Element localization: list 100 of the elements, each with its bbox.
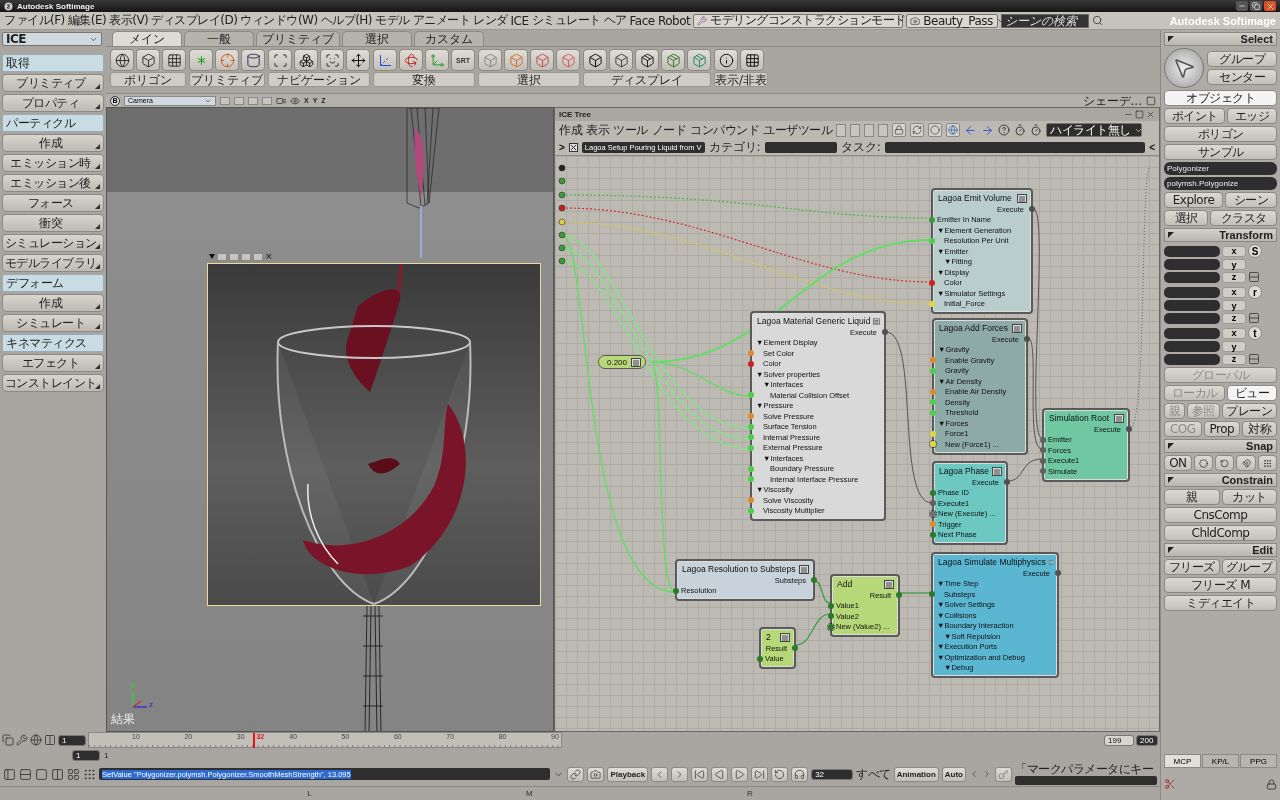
constrain-button[interactable]: ChldComp [1164,525,1277,541]
panel-tab[interactable]: MCP [1164,754,1201,768]
axis-button[interactable]: x [1222,245,1246,257]
reference-button[interactable]: プレーン [1221,403,1277,419]
section-header[interactable]: Select [1164,32,1277,46]
tool-group-label[interactable]: ナビゲーション [268,72,370,87]
axis-button[interactable]: y [1222,300,1246,311]
menu-item[interactable]: ノード [651,121,686,139]
menu-button[interactable]: 作成 [2,294,104,312]
space-button[interactable]: ビュー [1227,385,1277,401]
tool-group-label[interactable]: ポリゴン [110,72,186,87]
mode-dropdown[interactable]: モデリングコンストラクションモード [693,13,904,28]
axis-button[interactable]: z [1222,271,1246,283]
select-mode-button[interactable]: オブジェクト [1164,90,1277,106]
highlight-dropdown[interactable]: ハイライト無し [1046,123,1142,137]
menu-item[interactable]: ファイル(F) [4,12,65,29]
constrain-button[interactable]: カット [1221,489,1277,505]
menu-item[interactable]: コンパウンド [690,121,759,139]
pass-dropdown[interactable]: Beauty_Pass [906,13,999,28]
edit-button[interactable]: グループ [1221,559,1277,575]
end-frame-field[interactable]: 199 [1104,734,1134,746]
menu-button[interactable]: プリミティブ [2,74,104,92]
start-frame-field[interactable]: 1 [58,734,86,746]
transform-key-button[interactable]: r [1248,285,1262,299]
select-mode-button[interactable]: ポリゴン [1164,126,1277,142]
menu-item[interactable]: ICE [510,13,529,28]
menu-item[interactable]: ユーザツール [763,121,832,139]
menu-item[interactable]: 編集(E) [67,12,107,29]
snap-on-button[interactable]: ON [1164,455,1192,471]
range-start-field[interactable]: 1 [72,749,100,761]
select-mode-button[interactable]: ポイント [1164,108,1226,124]
menu-button[interactable]: エミッション後 [2,174,104,192]
menu-item[interactable]: レンダ [473,12,508,29]
explorer-button[interactable]: シーン [1225,192,1277,208]
menu-button[interactable]: シミュレート [2,314,104,332]
menu-button[interactable]: エミッション時 [2,154,104,172]
search-field[interactable]: シーンの検索 [1001,13,1090,28]
toolbar-tab[interactable]: 一般 [184,31,254,46]
select-button[interactable]: グループ [1207,51,1277,67]
menu-button[interactable]: エフェクト [2,354,104,372]
axis-button[interactable]: z [1222,312,1246,324]
menu-item[interactable]: モデル [375,12,410,29]
explorer-button[interactable]: Explore [1164,192,1223,208]
select-mode-button[interactable]: エッジ [1227,108,1277,124]
menu-item[interactable]: シミュレート [531,12,601,29]
transform-key-button[interactable]: S [1248,244,1262,258]
axis-button[interactable]: x [1222,327,1246,339]
edit-button[interactable]: フリーズ [1164,559,1220,575]
menu-button[interactable]: シミュレーション [2,234,104,252]
playback-button[interactable]: Playback [607,766,649,782]
toolbar-tab[interactable]: プリミティブ [256,31,340,46]
menu-item[interactable]: ヘア [603,12,627,29]
explorer-button[interactable]: 選択 [1164,210,1208,226]
edit-button[interactable]: フリーズ M [1164,577,1277,593]
menu-button[interactable]: モデルライブラリ [2,254,104,272]
animation-button[interactable]: Animation [893,766,939,782]
tool-group-label[interactable]: プリミティブ [189,72,265,87]
value-node[interactable]: 0.200 [598,355,647,369]
tool-group-label[interactable]: 選択 [478,72,580,87]
axis-button[interactable]: x [1222,286,1246,298]
menu-item[interactable]: ディスプレイ(D) [151,12,238,29]
sample-button[interactable]: サンプル [1164,144,1277,160]
axis-button[interactable]: z [1222,353,1246,365]
3d-viewport[interactable]: × y z 結果 [106,107,554,732]
toolbar-tab[interactable]: カスタム [414,31,484,46]
menu-button[interactable]: フォース [2,194,104,212]
menu-item[interactable]: ツール [613,121,648,139]
menu-item[interactable]: 表示 [586,121,609,139]
axis-button[interactable]: y [1222,341,1246,352]
all-label[interactable]: すべて [856,767,891,781]
close-button[interactable]: × [265,252,273,261]
expand-button[interactable]: > [559,141,565,153]
section-header[interactable]: Edit [1164,543,1277,557]
menu-item[interactable]: アニメート [412,12,471,29]
menu-button[interactable]: プロパティ [2,94,104,112]
transform-key-button[interactable]: t [1248,326,1262,340]
menu-button[interactable]: 作成 [2,134,104,152]
shading-label[interactable]: シェーデ... [1082,93,1142,108]
auto-button[interactable]: Auto [941,766,966,782]
transform-option-button[interactable]: Prop [1203,421,1241,437]
end-frame-field[interactable]: 200 [1136,734,1158,746]
transform-option-button[interactable]: 対称 [1242,421,1277,437]
collapse-button[interactable]: < [1149,141,1155,153]
menu-item[interactable]: Face Robot [629,13,691,28]
section-header[interactable]: Snap [1164,439,1277,453]
tool-group-label[interactable]: 表示/非表 [714,72,769,87]
frame-field[interactable]: 32 [811,768,854,780]
axis-button[interactable]: y [1222,259,1246,270]
select-button[interactable]: センター [1207,69,1277,85]
tool-group-label[interactable]: ディスプレイ [583,72,711,87]
constrain-button[interactable]: CnsComp [1164,507,1277,523]
menu-button[interactable]: 衝突 [2,214,104,232]
section-header[interactable]: Transform [1164,228,1277,242]
menu-item[interactable]: ヘルプ(H) [320,12,373,29]
selection-field[interactable]: polymsh.Polygonize [1164,177,1277,190]
menu-item[interactable]: 作成 [559,121,582,139]
toolbar-dropdown[interactable]: ICE [2,32,102,46]
menu-item[interactable]: ウィンドウ(W) [240,12,318,29]
selection-field[interactable]: Polygonizer [1164,162,1277,175]
edit-button[interactable]: ミディエイト [1164,595,1277,611]
